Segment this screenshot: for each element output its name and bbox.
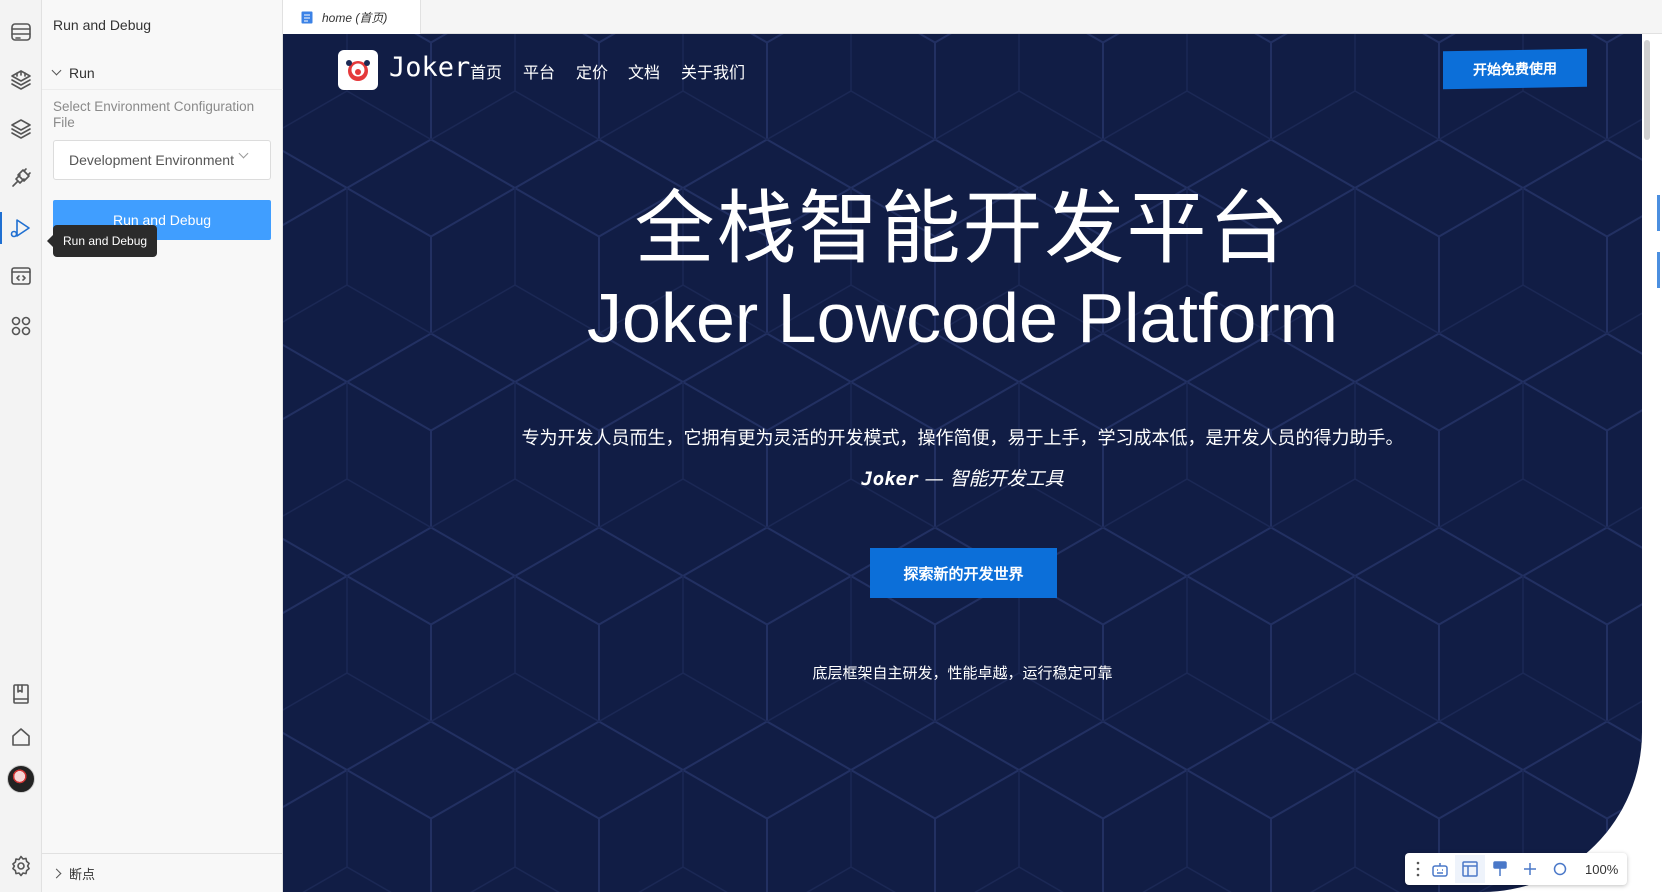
chevron-down-icon bbox=[51, 65, 62, 76]
file-icon bbox=[301, 11, 313, 23]
site-slogan: Joker — 智能开发工具 bbox=[283, 464, 1642, 491]
home-icon[interactable] bbox=[0, 717, 42, 757]
joker-logo[interactable] bbox=[338, 50, 378, 90]
chevron-down-icon bbox=[238, 148, 249, 159]
preview-scrollbar-thumb[interactable] bbox=[1644, 40, 1650, 140]
avatar[interactable] bbox=[0, 759, 42, 799]
run-section-label: Run bbox=[69, 64, 95, 81]
tab-label: home (首页) bbox=[322, 10, 388, 25]
page-preview: Joker 首页 平台 定价 文档 关于我们 开始免费使用 全栈智能开发平台 J… bbox=[283, 34, 1642, 892]
apps-icon[interactable] bbox=[0, 306, 42, 346]
more-vertical-icon[interactable] bbox=[1411, 855, 1425, 883]
slogan-brand: Joker bbox=[861, 468, 919, 490]
ide-window: Run and Debug Run Select Environment Con… bbox=[0, 0, 1662, 892]
brand-name[interactable]: Joker bbox=[389, 52, 470, 83]
tab-home[interactable]: home (首页) bbox=[283, 0, 421, 34]
paint-brush-icon[interactable] bbox=[1485, 855, 1515, 883]
stack-icon[interactable] bbox=[0, 60, 42, 100]
run-debug-icon[interactable] bbox=[0, 208, 42, 248]
nav-home[interactable]: 首页 bbox=[470, 59, 502, 83]
feature-line: 底层框架自主研发，性能卓越，运行稳定可靠 bbox=[812, 665, 1113, 682]
panel-title: Run and Debug bbox=[53, 17, 152, 33]
edge-indicator bbox=[1657, 195, 1660, 231]
chevron-right-icon bbox=[51, 868, 62, 878]
breakpoints-label: 断点 bbox=[69, 866, 96, 882]
run-debug-tooltip: Run and Debug bbox=[46, 225, 158, 257]
run-debug-panel: Run and Debug Run Select Environment Con… bbox=[42, 0, 283, 892]
activity-bar bbox=[0, 0, 42, 892]
env-config-select[interactable]: Development Environment bbox=[53, 140, 271, 180]
code-window-icon[interactable] bbox=[0, 256, 42, 296]
headline-cn: 全栈智能开发平台 bbox=[634, 184, 1291, 273]
database-icon[interactable] bbox=[0, 12, 42, 52]
clown-logo-icon bbox=[346, 60, 370, 81]
env-config-label: Select Environment Configuration File bbox=[53, 99, 255, 130]
site-description: 专为开发人员而生，它拥有更为灵活的开发模式，操作简便，易于上手，学习成本低，是开… bbox=[521, 428, 1404, 449]
nav-pricing[interactable]: 定价 bbox=[576, 59, 608, 83]
book-icon[interactable] bbox=[0, 674, 42, 714]
hex-pattern-background bbox=[283, 34, 1642, 892]
nav-about[interactable]: 关于我们 bbox=[681, 59, 745, 83]
robot-icon[interactable] bbox=[1425, 855, 1455, 883]
avatar-image bbox=[7, 765, 35, 793]
breakpoints-section-header[interactable]: 断点 bbox=[42, 853, 283, 892]
gear-icon[interactable] bbox=[0, 846, 42, 886]
zoom-level[interactable]: 100% bbox=[1585, 862, 1618, 877]
run-section-header[interactable]: Run bbox=[42, 56, 283, 90]
headline-en: Joker Lowcode Platform bbox=[587, 279, 1338, 357]
plug-icon[interactable] bbox=[0, 158, 42, 198]
layers-icon[interactable] bbox=[0, 109, 42, 149]
editor-tab-bar: home (首页) bbox=[283, 0, 1662, 34]
env-config-value: Development Environment bbox=[69, 152, 234, 168]
slogan-text: — 智能开发工具 bbox=[918, 468, 1064, 490]
canvas-toolbar: 100% bbox=[1405, 853, 1627, 885]
refresh-icon[interactable] bbox=[1545, 855, 1575, 883]
start-free-button[interactable]: 开始免费使用 bbox=[1443, 48, 1587, 90]
edge-indicator bbox=[1657, 252, 1660, 288]
nav-platform[interactable]: 平台 bbox=[523, 59, 555, 83]
site-navbar: Joker 首页 平台 定价 文档 关于我们 开始免费使用 bbox=[283, 34, 1642, 104]
explore-button[interactable]: 探索新的开发世界 bbox=[870, 548, 1057, 598]
nav-docs[interactable]: 文档 bbox=[628, 59, 660, 83]
layout-icon[interactable] bbox=[1455, 855, 1485, 883]
preview-scrollbar-track[interactable] bbox=[1642, 34, 1662, 892]
plus-icon[interactable] bbox=[1515, 855, 1545, 883]
